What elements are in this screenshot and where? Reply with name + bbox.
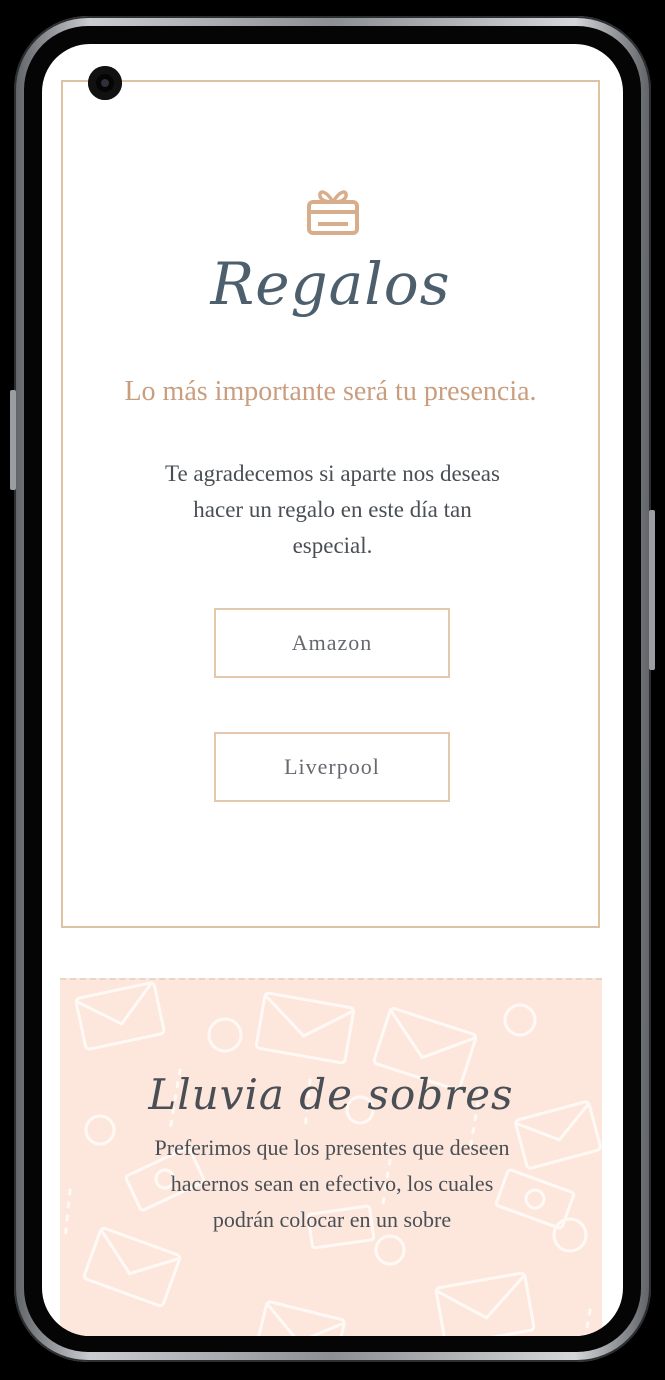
liverpool-button[interactable]: Liverpool — [214, 732, 450, 802]
volume-button — [649, 510, 655, 670]
front-camera — [88, 66, 122, 100]
envelope-rain-description: Preferimos que los presentes que deseen … — [154, 1135, 510, 1232]
gifts-subtitle: Lo más importante será tu presencia. — [124, 376, 537, 407]
envelope-rain-title: Lluvia de sobres — [148, 1070, 514, 1119]
amazon-button[interactable]: Amazon — [214, 608, 450, 678]
screen: Regalos Lo más importante será tu presen… — [42, 44, 623, 1336]
gifts-title: Regalos — [210, 250, 451, 318]
gifts-description: Te agradecemos si aparte nos deseas hace… — [165, 461, 500, 558]
envelope-rain-section: Lluvia de sobres Preferimos que los pres… — [60, 978, 602, 1336]
power-button — [10, 390, 16, 490]
gift-card-icon — [307, 190, 359, 235]
gifts-card: Regalos Lo más importante será tu presen… — [61, 80, 600, 928]
